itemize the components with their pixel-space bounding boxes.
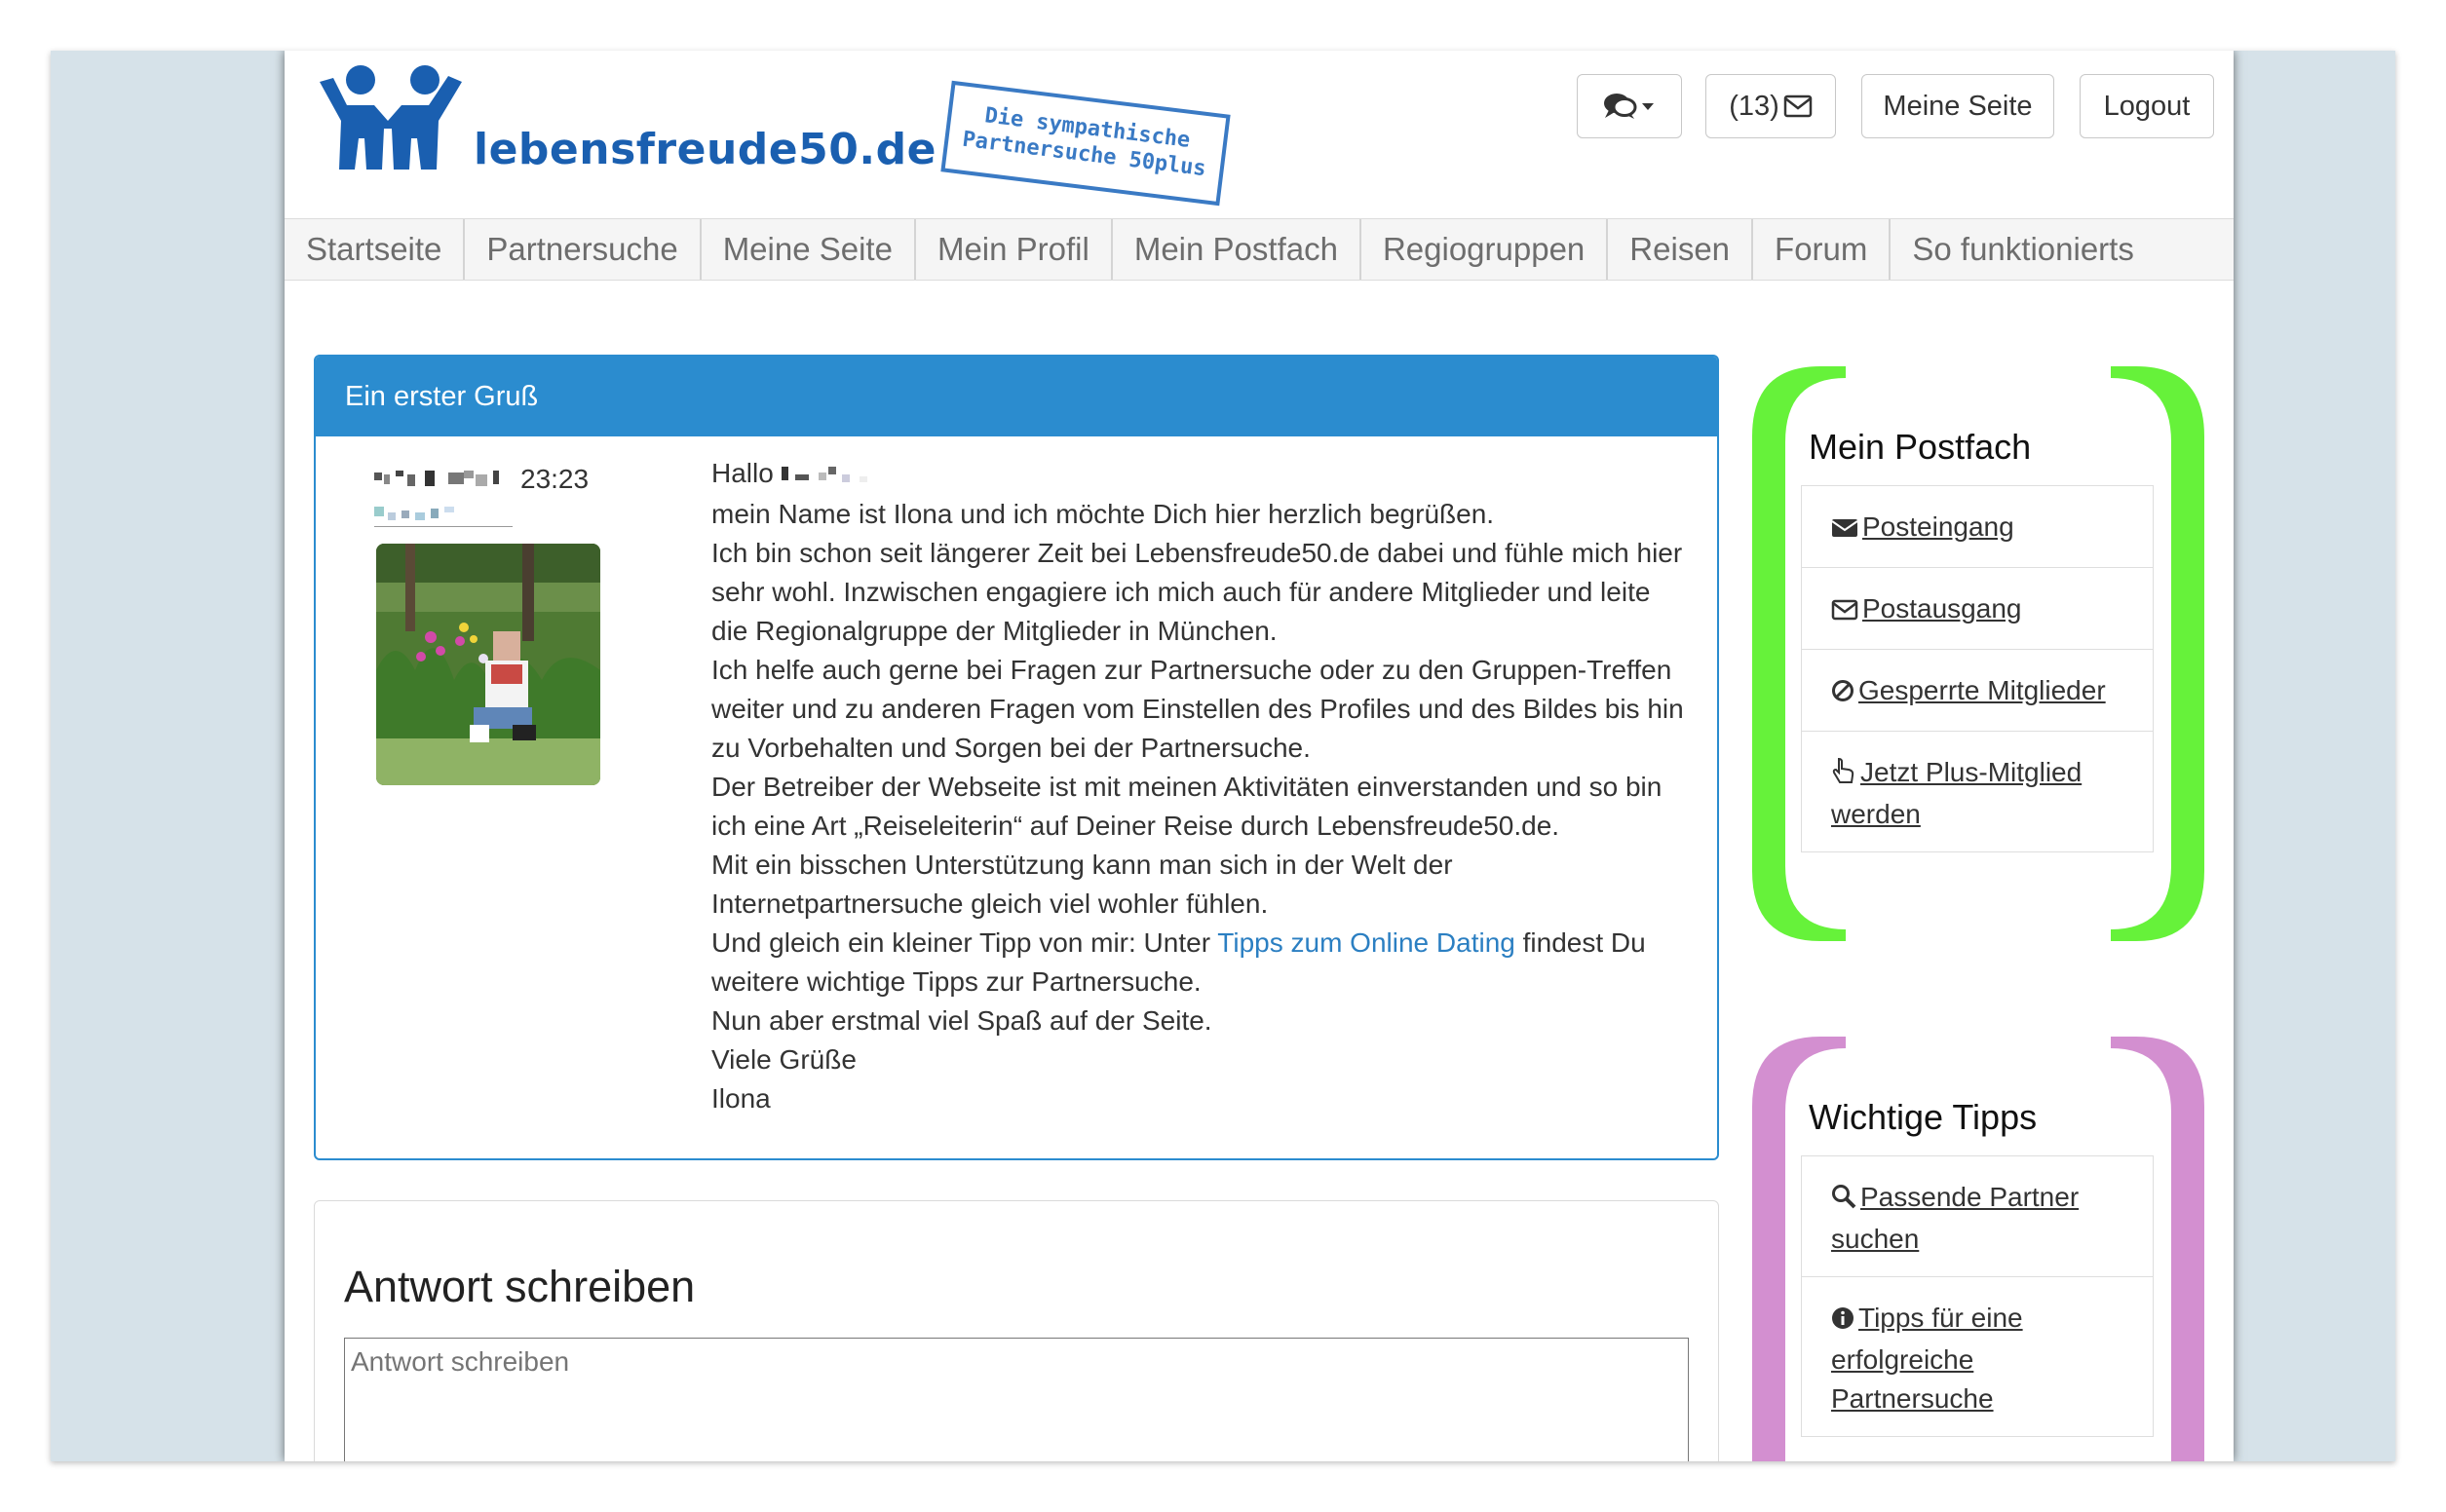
success-tips-item[interactable]: Tipps für eine erfolgreiche Partnersuche: [1801, 1276, 2154, 1437]
message-line-1: mein Name ist Ilona und ich möchte Dich …: [711, 498, 1495, 529]
message-tip: Und gleich ein kleiner Tipp von mir: Unt…: [711, 924, 1686, 1002]
search-icon: [1831, 1181, 1856, 1220]
closing-line-1: Nun aber erstmal viel Spaß auf der Seite…: [711, 1004, 1212, 1036]
nav-item-mein-profil[interactable]: Mein Profil: [916, 219, 1113, 280]
message-line-5: Mit ein bisschen Unterstützung kann man …: [711, 849, 1453, 919]
envelope-icon: [1831, 510, 1858, 549]
mailbox-title: Mein Postfach: [1809, 427, 2032, 467]
sender-name-redacted[interactable]: [374, 505, 513, 527]
comments-icon: [1601, 92, 1658, 121]
nav-item-partnersuche[interactable]: Partnersuche: [465, 219, 702, 280]
reply-panel: Antwort schreiben: [314, 1200, 1719, 1461]
success-tips-link[interactable]: Tipps für eine erfolgreiche Partnersuche: [1831, 1303, 2023, 1414]
online-dating-tips-link[interactable]: Tipps zum Online Dating: [1217, 927, 1515, 958]
messages-button[interactable]: (13): [1705, 74, 1836, 138]
main-navigation: Startseite Partnersuche Meine Seite Mein Pr…: [285, 218, 2234, 281]
outbox-link[interactable]: Postausgang: [1862, 593, 2021, 624]
envelope-outline-icon: [1831, 592, 1858, 631]
nav-item-reisen[interactable]: Reisen: [1608, 219, 1754, 280]
message-line-4: Der Betreiber der Webseite ist mit meine…: [711, 771, 1663, 841]
tips-title: Wichtige Tipps: [1809, 1097, 2038, 1137]
plus-membership-link[interactable]: Jetzt Plus-Mitglied werden: [1831, 757, 2082, 829]
message-title: Ein erster Gruß: [316, 357, 1717, 436]
closing-line-2: Viele Grüße: [711, 1043, 857, 1075]
redacted-date: [374, 466, 520, 497]
hand-pointer-icon: [1831, 756, 1856, 795]
message-panel: Ein erster Gruß 23:23 Hallo mein Name is…: [314, 355, 1719, 1160]
message-date: 23:23: [374, 464, 589, 497]
tips-list: Passende Partner suchen Tipps für eine e…: [1801, 1155, 2154, 1437]
message-time: 23:23: [520, 464, 590, 494]
nav-item-forum[interactable]: Forum: [1753, 219, 1892, 280]
logout-button[interactable]: Logout: [2080, 74, 2214, 138]
sender-photo[interactable]: [376, 544, 600, 785]
nav-item-regiogruppen[interactable]: Regiogruppen: [1361, 219, 1609, 280]
message-line-2: Ich bin schon seit längerer Zeit bei Leb…: [711, 537, 1683, 646]
mailbox-sidebar-box: Mein Postfach Posteingang Postausgang Ge…: [1752, 359, 2204, 949]
blocked-members-link[interactable]: Gesperrte Mitglieder: [1858, 675, 2106, 705]
chat-dropdown-button[interactable]: [1577, 74, 1682, 138]
envelope-outline-icon: [1783, 94, 1813, 118]
slogan-stamp: Die sympathische Partnersuche 50plus: [940, 80, 1231, 207]
blocked-members-item[interactable]: Gesperrte Mitglieder: [1801, 649, 2154, 731]
find-partner-link[interactable]: Passende Partner suchen: [1831, 1182, 2079, 1254]
info-circle-icon: [1831, 1302, 1854, 1341]
site-container: lebensfreude50.de Die sympathische Partn…: [285, 51, 2234, 1461]
tip-prefix: Und gleich ein kleiner Tipp von mir: Unt…: [711, 926, 1211, 958]
reply-textarea[interactable]: [344, 1338, 1689, 1461]
nav-item-startseite[interactable]: Startseite: [285, 219, 466, 280]
reply-title: Antwort schreiben: [344, 1262, 696, 1311]
plus-membership-item[interactable]: Jetzt Plus-Mitglied werden: [1801, 731, 2154, 852]
mailbox-list: Posteingang Postausgang Gesperrte Mitgli…: [1801, 485, 2154, 852]
ban-icon: [1831, 674, 1854, 713]
page-background: lebensfreude50.de Die sympathische Partn…: [51, 51, 2395, 1461]
closing-line-3: Ilona: [711, 1082, 771, 1114]
logo-text[interactable]: lebensfreude50.de: [474, 125, 936, 174]
message-body: Hallo mein Name ist Ilona und ich möchte…: [711, 454, 1686, 1118]
message-line-3: Ich helfe auch gerne bei Fragen zur Part…: [711, 654, 1684, 763]
inbox-item[interactable]: Posteingang: [1801, 485, 2154, 567]
my-page-button[interactable]: Meine Seite: [1861, 74, 2054, 138]
nav-item-mein-postfach[interactable]: Mein Postfach: [1113, 219, 1361, 280]
inbox-link[interactable]: Posteingang: [1862, 511, 2014, 542]
redacted-recipient-name: [781, 456, 871, 495]
messages-count: (13): [1729, 90, 1779, 122]
tips-sidebar-box: Wichtige Tipps Passende Partner suchen T…: [1752, 1029, 2204, 1461]
outbox-item[interactable]: Postausgang: [1801, 567, 2154, 649]
nav-item-meine-seite[interactable]: Meine Seite: [702, 219, 916, 280]
caret-down-icon: [1642, 103, 1654, 110]
greeting: Hallo: [711, 458, 774, 488]
find-partner-item[interactable]: Passende Partner suchen: [1801, 1155, 2154, 1276]
nav-item-so-funktionierts[interactable]: So funktionierts: [1891, 219, 2155, 280]
logo-figures-icon[interactable]: [320, 60, 466, 182]
